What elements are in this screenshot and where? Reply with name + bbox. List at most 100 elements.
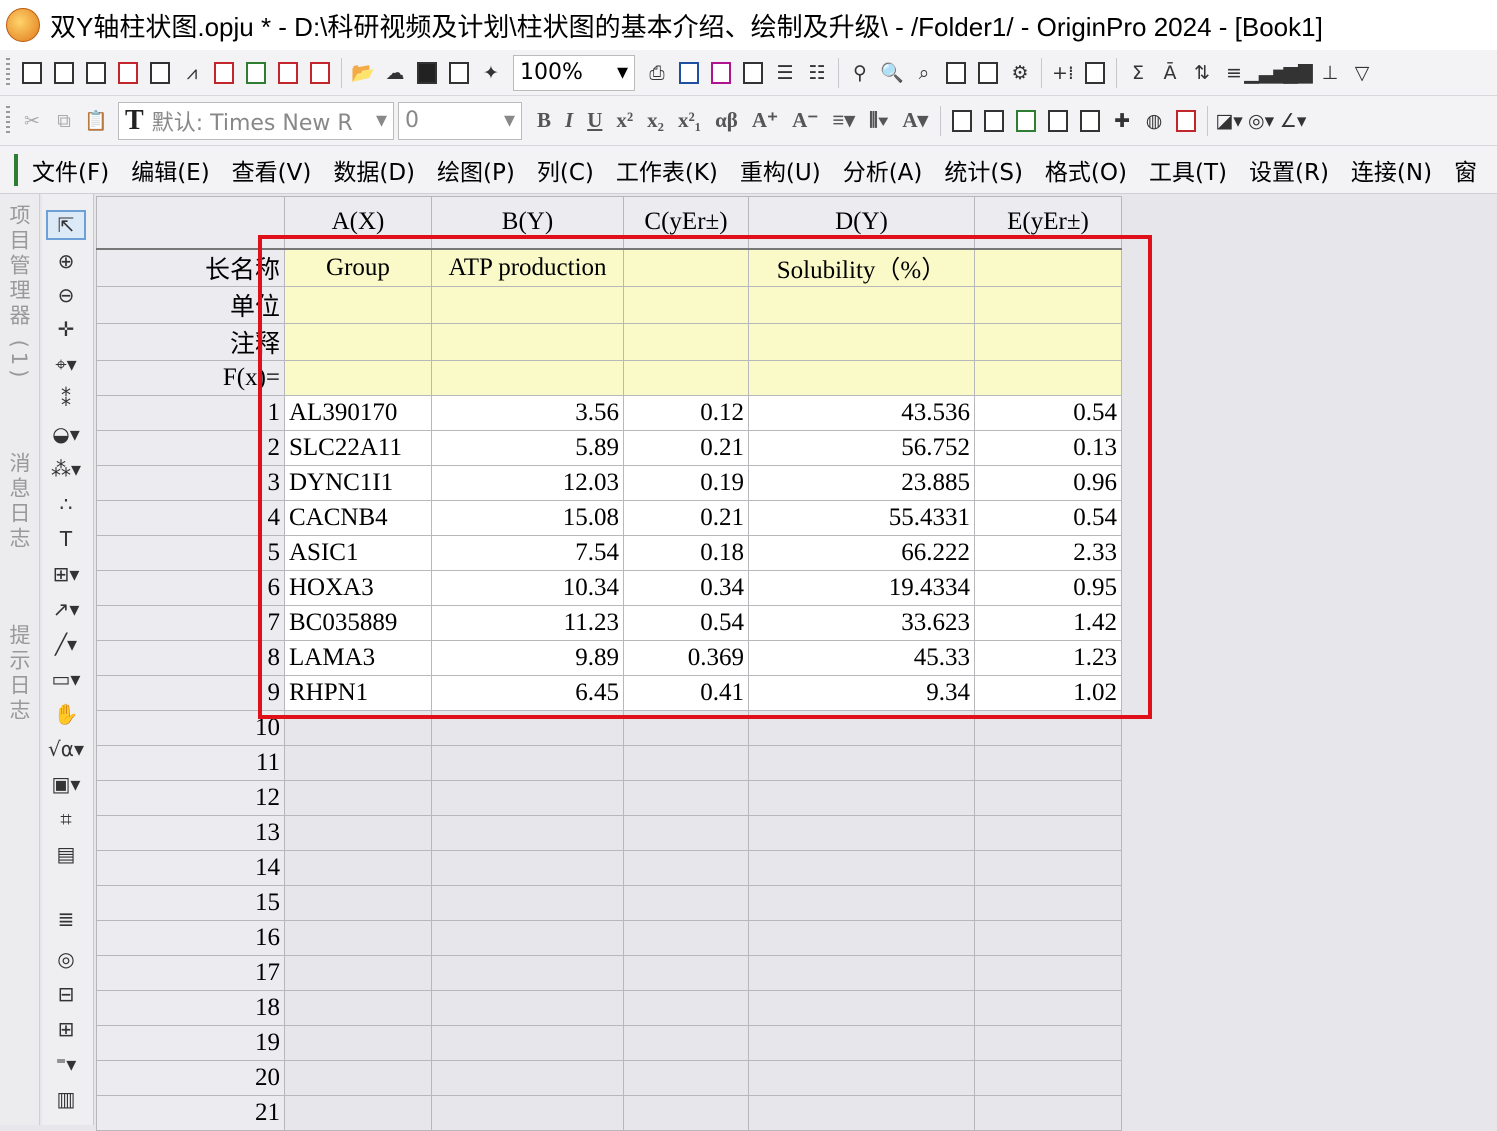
decrease-font-icon[interactable]: A⁻: [792, 108, 818, 133]
long-name-cell[interactable]: Group: [284, 248, 432, 287]
empty-cell[interactable]: [623, 779, 749, 816]
data-cell[interactable]: 0.54: [623, 604, 749, 641]
empty-cell[interactable]: [284, 1059, 432, 1096]
data-cell[interactable]: CACNB4: [284, 499, 432, 536]
empty-cell[interactable]: [623, 744, 749, 781]
empty-cell[interactable]: [431, 989, 624, 1026]
statistics-icon[interactable]: Ā: [1155, 58, 1185, 88]
data-cell[interactable]: 43.536: [748, 394, 975, 431]
pointer-icon[interactable]: ⇱: [46, 210, 86, 240]
new-folder-icon[interactable]: [49, 58, 79, 88]
column-header[interactable]: D(Y): [748, 196, 975, 250]
bold-icon[interactable]: B: [537, 108, 551, 133]
copy-sheet-icon[interactable]: [1075, 106, 1105, 136]
empty-cell[interactable]: [748, 1059, 975, 1096]
empty-cell[interactable]: [974, 954, 1122, 991]
menu-worksheet[interactable]: 工作表(K): [616, 153, 718, 187]
menu-reconstruct[interactable]: 重构(U): [740, 153, 821, 187]
insert-sheet-icon[interactable]: [947, 106, 977, 136]
empty-cell[interactable]: [284, 744, 432, 781]
zoom-select[interactable]: 100% ▾: [513, 54, 635, 91]
data-cell[interactable]: 0.13: [974, 429, 1122, 466]
new-project-icon[interactable]: [17, 58, 47, 88]
empty-cell[interactable]: [623, 849, 749, 886]
data-cell[interactable]: HOXA3: [284, 569, 432, 606]
copy-icon[interactable]: ⧉: [49, 106, 79, 136]
print-preview-icon[interactable]: [674, 58, 704, 88]
empty-cell[interactable]: [623, 709, 749, 746]
data-cell[interactable]: 3.56: [431, 394, 624, 431]
data-reader-icon[interactable]: ⌖▾: [46, 349, 86, 379]
empty-cell[interactable]: [974, 709, 1122, 746]
text-tool-icon[interactable]: T: [46, 524, 86, 554]
data-cell[interactable]: 5.89: [431, 429, 624, 466]
row-number[interactable]: 19: [96, 1024, 285, 1061]
data-cell[interactable]: 1.42: [974, 604, 1122, 641]
row-number[interactable]: 16: [96, 919, 285, 956]
line-color-icon[interactable]: ∠▾: [1278, 106, 1308, 136]
font-select[interactable]: T 默认: Times New R ▾: [118, 101, 394, 140]
data-cell[interactable]: ASIC1: [284, 534, 432, 571]
empty-cell[interactable]: [748, 954, 975, 991]
find-icon[interactable]: 🔍: [877, 58, 907, 88]
cloud-icon[interactable]: ☁: [380, 58, 410, 88]
data-cell[interactable]: 12.03: [431, 464, 624, 501]
screen-reader-icon[interactable]: ✛: [46, 314, 86, 344]
grid-icon[interactable]: ⊞: [46, 1014, 86, 1044]
zoom-out-icon[interactable]: ⊖: [46, 280, 86, 310]
print-icon[interactable]: ⎙: [642, 58, 672, 88]
row-number[interactable]: 7: [96, 604, 285, 641]
data-cell[interactable]: RHPN1: [284, 674, 432, 711]
data-cell[interactable]: LAMA3: [284, 639, 432, 676]
empty-cell[interactable]: [431, 709, 624, 746]
units-cell[interactable]: [623, 285, 749, 324]
row-number[interactable]: 17: [96, 954, 285, 991]
data-cell[interactable]: 19.4334: [748, 569, 975, 606]
menu-connect[interactable]: 连接(N): [1351, 153, 1432, 187]
empty-cell[interactable]: [284, 814, 432, 851]
supersub-icon[interactable]: x²₁: [678, 108, 701, 133]
font-color-icon[interactable]: A▾: [902, 108, 928, 133]
report-icon[interactable]: ▥: [46, 1084, 86, 1114]
worksheet-icon[interactable]: [14, 153, 18, 186]
empty-cell[interactable]: [974, 814, 1122, 851]
empty-cell[interactable]: [623, 919, 749, 956]
new-function-icon[interactable]: ⩘: [177, 58, 207, 88]
menu-column[interactable]: 列(C): [537, 153, 594, 187]
empty-cell[interactable]: [284, 919, 432, 956]
long-name-cell[interactable]: ATP production: [431, 248, 624, 287]
column-header[interactable]: E(yEr±): [974, 196, 1122, 250]
new-workbook-icon[interactable]: [81, 58, 111, 88]
layer-icon[interactable]: ⌗: [46, 804, 86, 834]
edit-icon[interactable]: [738, 58, 768, 88]
comments-cell[interactable]: [748, 322, 975, 361]
histogram-icon[interactable]: ⊥: [1315, 58, 1345, 88]
formula-cell[interactable]: [284, 359, 432, 396]
empty-cell[interactable]: [431, 1059, 624, 1096]
data-cell[interactable]: 2.33: [974, 534, 1122, 571]
equation-icon[interactable]: √α▾: [46, 734, 86, 764]
mask-icon[interactable]: ◒▾: [46, 419, 86, 449]
empty-cell[interactable]: [748, 744, 975, 781]
filter-icon[interactable]: ▽: [1347, 58, 1377, 88]
data-cell[interactable]: 45.33: [748, 639, 975, 676]
row-number[interactable]: 2: [96, 429, 285, 466]
empty-cell[interactable]: [974, 779, 1122, 816]
empty-cell[interactable]: [974, 884, 1122, 921]
row-number[interactable]: 12: [96, 779, 285, 816]
formula-cell[interactable]: [748, 359, 975, 396]
empty-cell[interactable]: [623, 1059, 749, 1096]
empty-cell[interactable]: [974, 744, 1122, 781]
data-cell[interactable]: 1.23: [974, 639, 1122, 676]
menu-tools[interactable]: 工具(T): [1149, 153, 1227, 187]
regional-icon[interactable]: ∴: [46, 489, 86, 519]
spiral-icon[interactable]: ◎: [46, 944, 86, 974]
data-cell[interactable]: 0.95: [974, 569, 1122, 606]
row-number[interactable]: 18: [96, 989, 285, 1026]
empty-cell[interactable]: [974, 919, 1122, 956]
fill-color-icon[interactable]: ◪▾: [1214, 106, 1244, 136]
empty-cell[interactable]: [974, 989, 1122, 1026]
draw-data-icon[interactable]: ⁂▾: [46, 454, 86, 484]
comments-cell[interactable]: [623, 322, 749, 361]
empty-cell[interactable]: [748, 814, 975, 851]
